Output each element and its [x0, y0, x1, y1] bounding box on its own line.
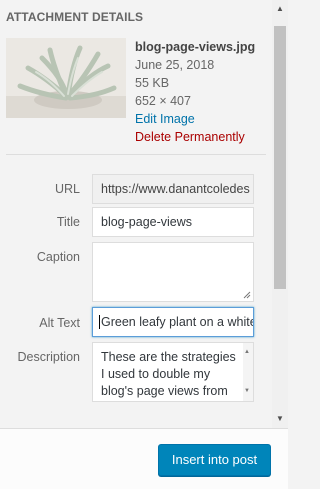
url-field[interactable]: https://www.danantcoledes — [92, 174, 254, 204]
alt-text-label: Alt Text — [39, 316, 80, 330]
description-textarea[interactable]: These are the strategies I used to doubl… — [92, 342, 254, 402]
scrollbar-thumb[interactable] — [274, 26, 286, 289]
alt-text-value: Green leafy plant on a white — [99, 315, 253, 329]
panel-scrollbar[interactable]: ▲ ▼ — [272, 0, 288, 428]
resize-handle-icon[interactable] — [243, 291, 251, 299]
title-field[interactable]: blog-page-views — [92, 207, 254, 237]
attachment-filesize: 55 KB — [135, 76, 170, 90]
description-value: These are the strategies I used to doubl… — [101, 350, 236, 398]
description-scrollbar[interactable]: ▲ ▼ — [243, 343, 253, 401]
attachment-filename: blog-page-views.jpg — [135, 40, 256, 54]
section-divider — [6, 154, 266, 155]
plant-thumbnail-image — [6, 38, 126, 118]
caption-label: Caption — [36, 250, 80, 264]
caption-textarea[interactable] — [92, 242, 254, 302]
alt-text-field[interactable]: Green leafy plant on a white — [92, 307, 254, 337]
edit-image-link[interactable]: Edit Image — [135, 110, 267, 128]
attachment-details-panel: ATTACHMENT DETAILS blog-page-views.jpg J… — [0, 0, 272, 428]
description-scroll-down-icon[interactable]: ▼ — [244, 383, 250, 400]
attachment-thumbnail[interactable] — [6, 38, 126, 118]
insert-into-post-button[interactable]: Insert into post — [158, 444, 271, 476]
scroll-down-arrow-icon[interactable]: ▼ — [276, 414, 284, 424]
attachment-date: June 25, 2018 — [135, 58, 215, 72]
url-label: URL — [54, 182, 80, 196]
title-label: Title — [56, 215, 80, 229]
description-scroll-up-icon[interactable]: ▲ — [244, 344, 250, 361]
scroll-up-arrow-icon[interactable]: ▲ — [276, 4, 284, 14]
delete-permanently-link[interactable]: Delete Permanently — [135, 128, 267, 146]
attachment-dimensions: 652 × 407 — [135, 94, 191, 108]
panel-heading: ATTACHMENT DETAILS — [6, 10, 144, 24]
description-label: Description — [17, 350, 80, 364]
attachment-meta: blog-page-views.jpg June 25, 2018 55 KB … — [135, 38, 267, 146]
